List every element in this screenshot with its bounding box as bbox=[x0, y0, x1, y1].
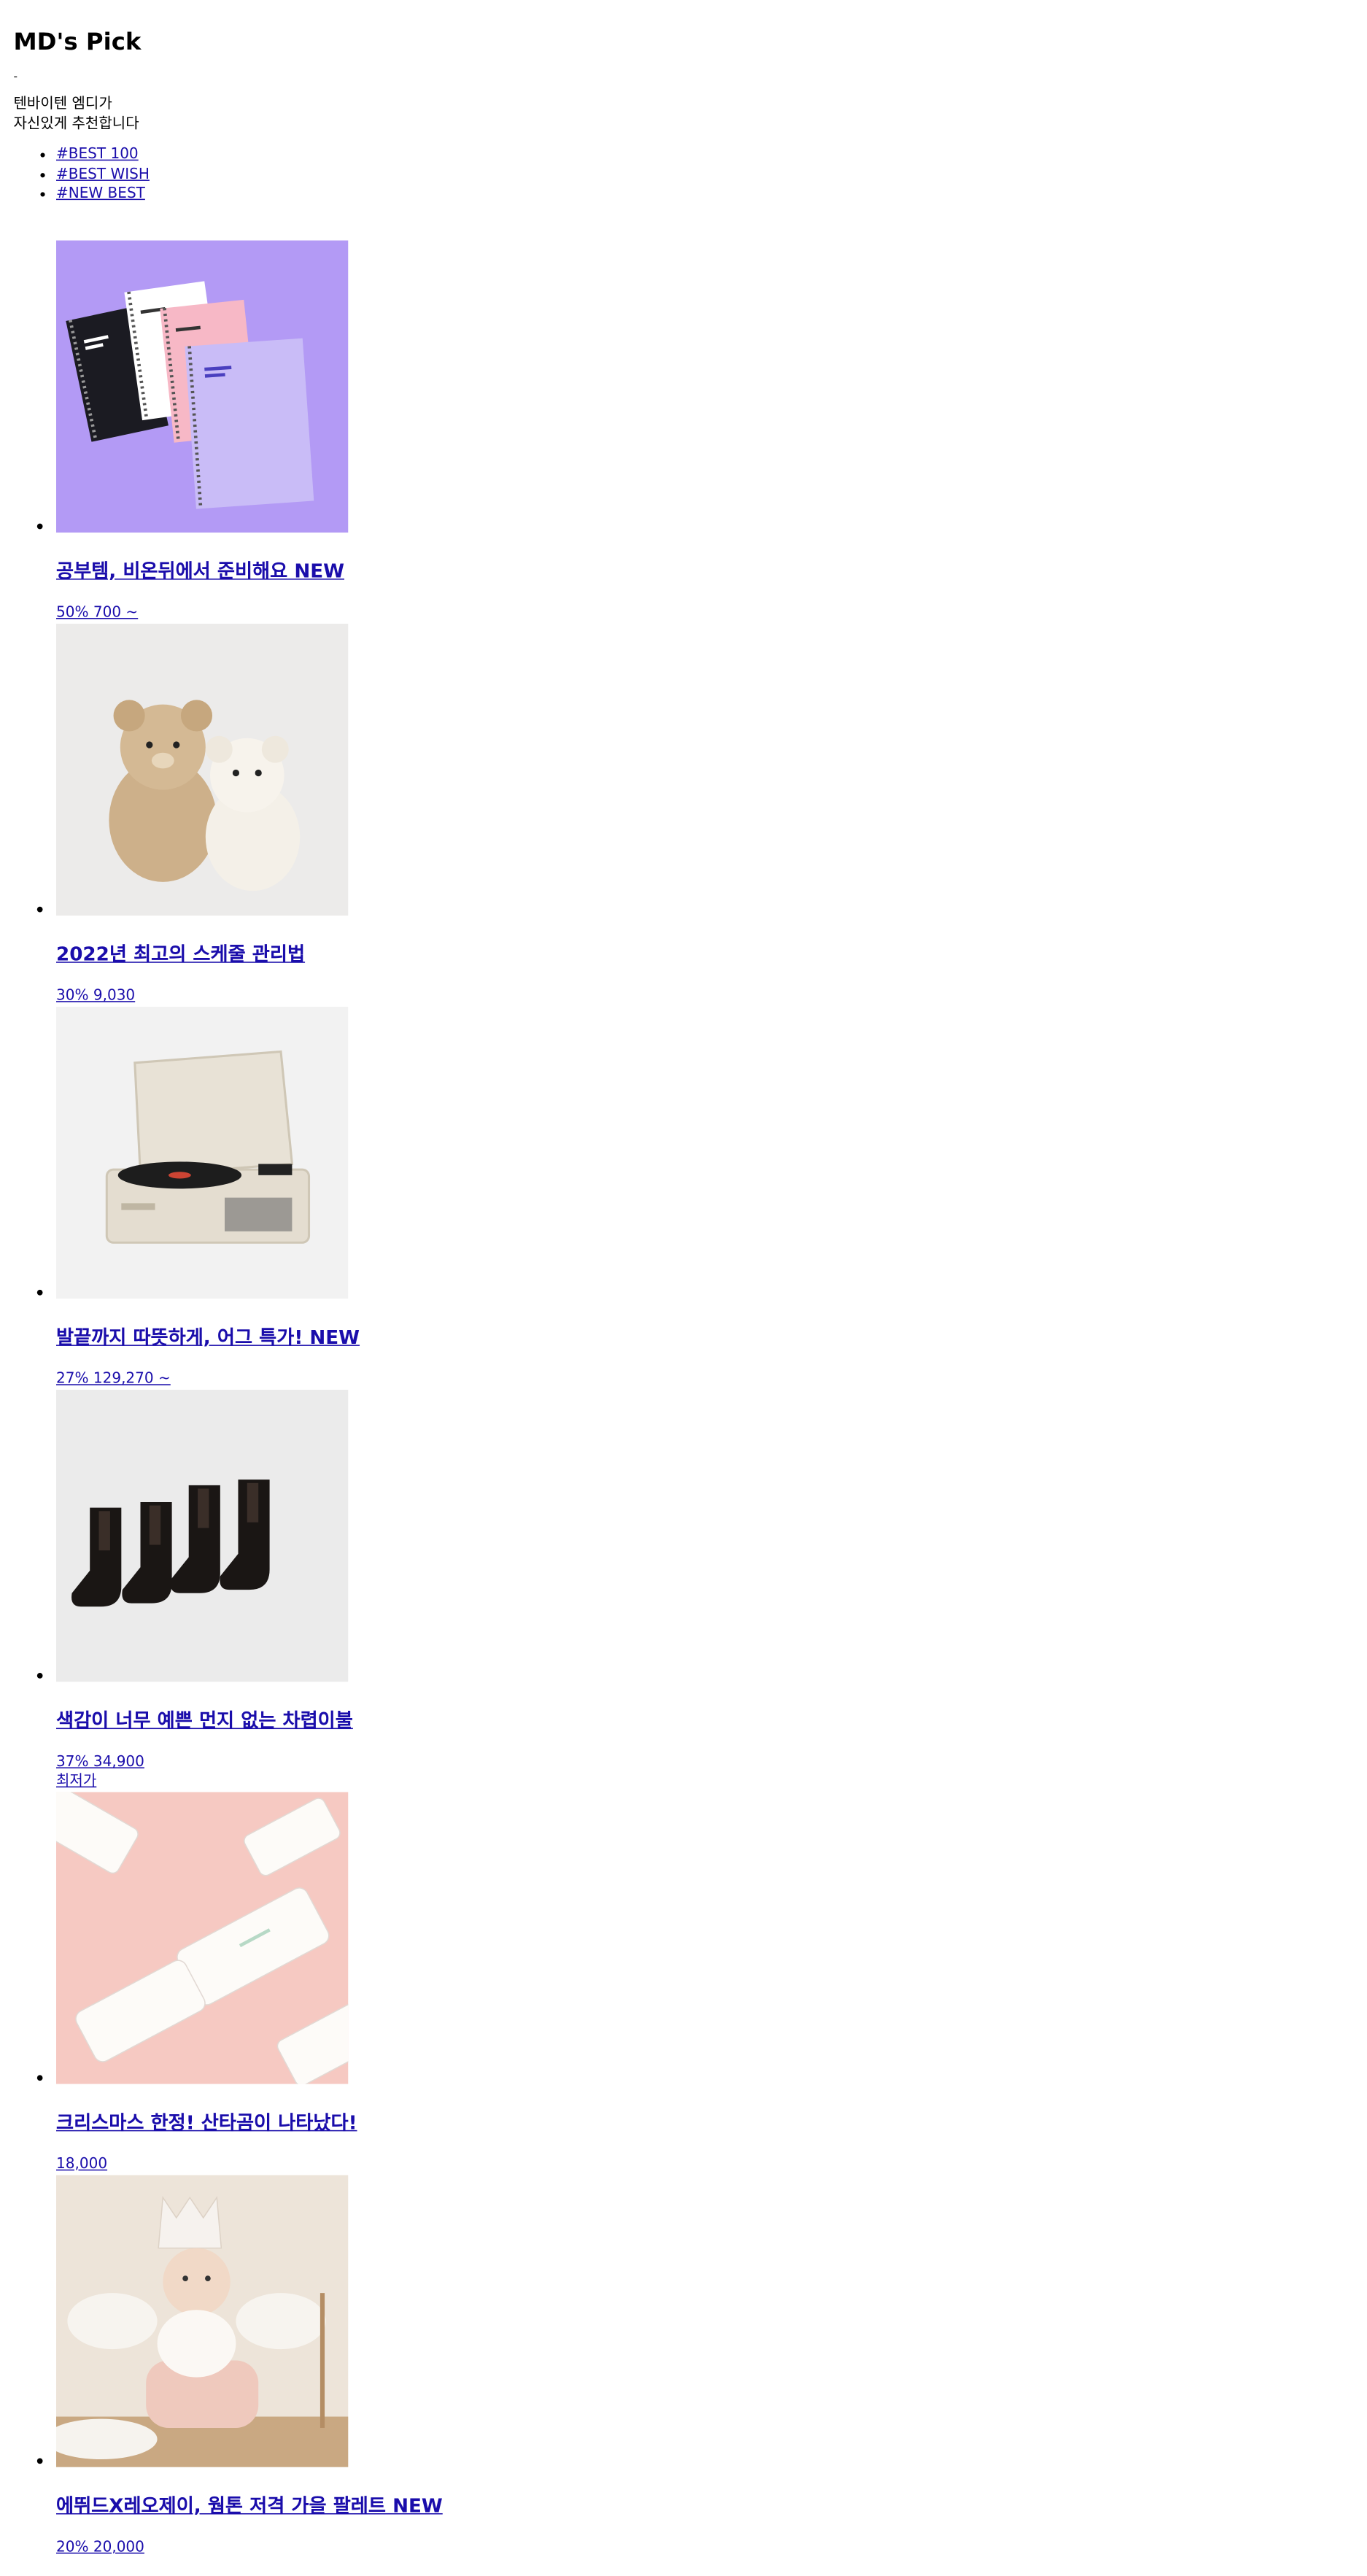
product-item: 공부템, 비온뒤에서 준비해요 NEW 50% 700 ~ bbox=[56, 240, 1361, 624]
description-line-2: 자신있게 추천합니다 bbox=[13, 115, 139, 133]
product-title-link[interactable]: 2022년 최고의 스케줄 관리법 bbox=[56, 944, 305, 967]
tag-link-new-best[interactable]: #NEW BEST bbox=[56, 186, 145, 203]
baby-chair-image bbox=[56, 2175, 349, 2467]
product-price[interactable]: 18,000 bbox=[56, 2156, 107, 2173]
description-line-1: 텐바이텐 엠디가 bbox=[13, 96, 112, 113]
product-item: 발끝까지 따뜻하게, 어그 특가! NEW 27% 129,270 ~ bbox=[56, 1006, 1361, 1390]
record-player-image bbox=[56, 1006, 349, 1299]
product-item: 색감이 너무 예쁜 먼지 없는 차렵이불 37% 34,900 최저가 bbox=[56, 1389, 1361, 1792]
product-image-record-player[interactable] bbox=[56, 1006, 349, 1299]
product-title-link[interactable]: 발끝까지 따뜻하게, 어그 특가! NEW bbox=[56, 1327, 360, 1350]
product-item: 2022년 최고의 스케줄 관리법 30% 9,030 bbox=[56, 623, 1361, 1007]
notebooks-image bbox=[56, 240, 349, 533]
product-price[interactable]: 27% 129,270 ~ bbox=[56, 1371, 171, 1388]
boots-image bbox=[56, 1389, 349, 1682]
teddy-bears-image bbox=[56, 623, 349, 916]
product-title-link[interactable]: 에뛰드X레오제이, 웜톤 저격 가을 팔레트 NEW bbox=[56, 2495, 443, 2518]
mds-pick-page: MD's Pick - 텐바이텐 엠디가 자신있게 추천합니다 #BEST 10… bbox=[0, 0, 1367, 2576]
section-description: 텐바이텐 엠디가 자신있게 추천합니다 bbox=[13, 95, 1361, 134]
product-item: 크리스마스 한정! 산타곰이 나타났다! 18,000 bbox=[56, 1792, 1361, 2175]
tag-link-best-wish[interactable]: #BEST WISH bbox=[56, 166, 150, 183]
product-price[interactable]: 37% 34,900 bbox=[56, 1754, 144, 1771]
product-image-boots[interactable] bbox=[56, 1389, 349, 1682]
cream-tubes-image bbox=[56, 1792, 349, 2084]
product-image-baby-chair[interactable] bbox=[56, 2175, 349, 2467]
product-title-link[interactable]: 공부템, 비온뒤에서 준비해요 NEW bbox=[56, 561, 344, 584]
product-image-teddy-bears[interactable] bbox=[56, 623, 349, 916]
section-title: MD's Pick bbox=[13, 28, 142, 55]
tag-list: #BEST 100 #BEST WISH #NEW BEST bbox=[13, 145, 1361, 204]
product-image-notebooks[interactable] bbox=[56, 240, 349, 533]
tag-item: #BEST 100 bbox=[56, 145, 1361, 165]
product-list: 공부템, 비온뒤에서 준비해요 NEW 50% 700 ~ bbox=[13, 240, 1361, 2558]
tag-link-best-100[interactable]: #BEST 100 bbox=[56, 147, 139, 163]
section-dash: - bbox=[13, 71, 18, 84]
lowest-price-badge[interactable]: 최저가 bbox=[56, 1773, 96, 1790]
product-item: 에뛰드X레오제이, 웜톤 저격 가을 팔레트 NEW 20% 20,000 bbox=[56, 2175, 1361, 2558]
product-price[interactable]: 30% 9,030 bbox=[56, 988, 135, 1005]
tag-item: #BEST WISH bbox=[56, 165, 1361, 185]
product-title-link[interactable]: 색감이 너무 예쁜 먼지 없는 차렵이불 bbox=[56, 1710, 353, 1733]
product-price[interactable]: 50% 700 ~ bbox=[56, 605, 138, 622]
product-image-cream-tubes[interactable] bbox=[56, 1792, 349, 2084]
product-title-link[interactable]: 크리스마스 한정! 산타곰이 나타났다! bbox=[56, 2112, 357, 2135]
tag-item: #NEW BEST bbox=[56, 185, 1361, 204]
product-price[interactable]: 20% 20,000 bbox=[56, 2539, 144, 2556]
